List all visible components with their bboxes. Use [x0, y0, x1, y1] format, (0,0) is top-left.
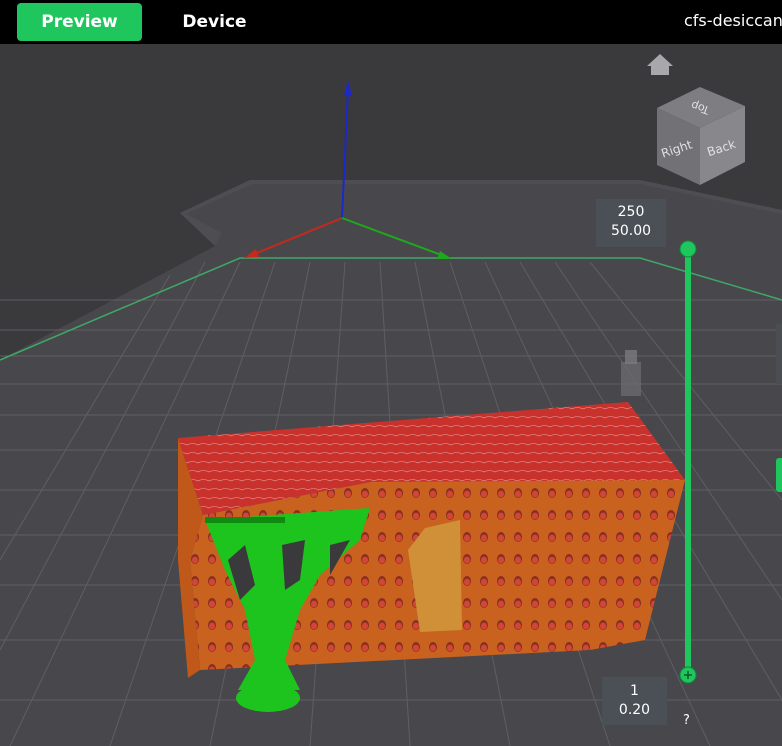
bottom-layer-number: 1	[630, 683, 639, 699]
top-toolbar: Preview Device cfs-desiccant	[0, 0, 782, 44]
project-file-name: cfs-desiccant	[684, 11, 782, 30]
slider-top-label: 250 50.00	[596, 199, 666, 247]
help-button[interactable]: ?	[683, 713, 690, 728]
tab-preview[interactable]: Preview	[17, 3, 142, 41]
top-layer-number: 250	[617, 204, 645, 220]
3d-viewport[interactable]: Top Right Back	[0, 44, 782, 746]
top-layer-height: 50.00	[610, 223, 652, 239]
bottom-layer-height: 0.20	[618, 702, 651, 718]
tab-device[interactable]: Device	[172, 3, 257, 41]
slider-bottom-label: 1 0.20	[602, 677, 667, 725]
side-panel-toggle[interactable]	[776, 458, 782, 492]
slider-top-thumb[interactable]	[679, 240, 697, 258]
side-panel-edge[interactable]	[776, 324, 782, 384]
